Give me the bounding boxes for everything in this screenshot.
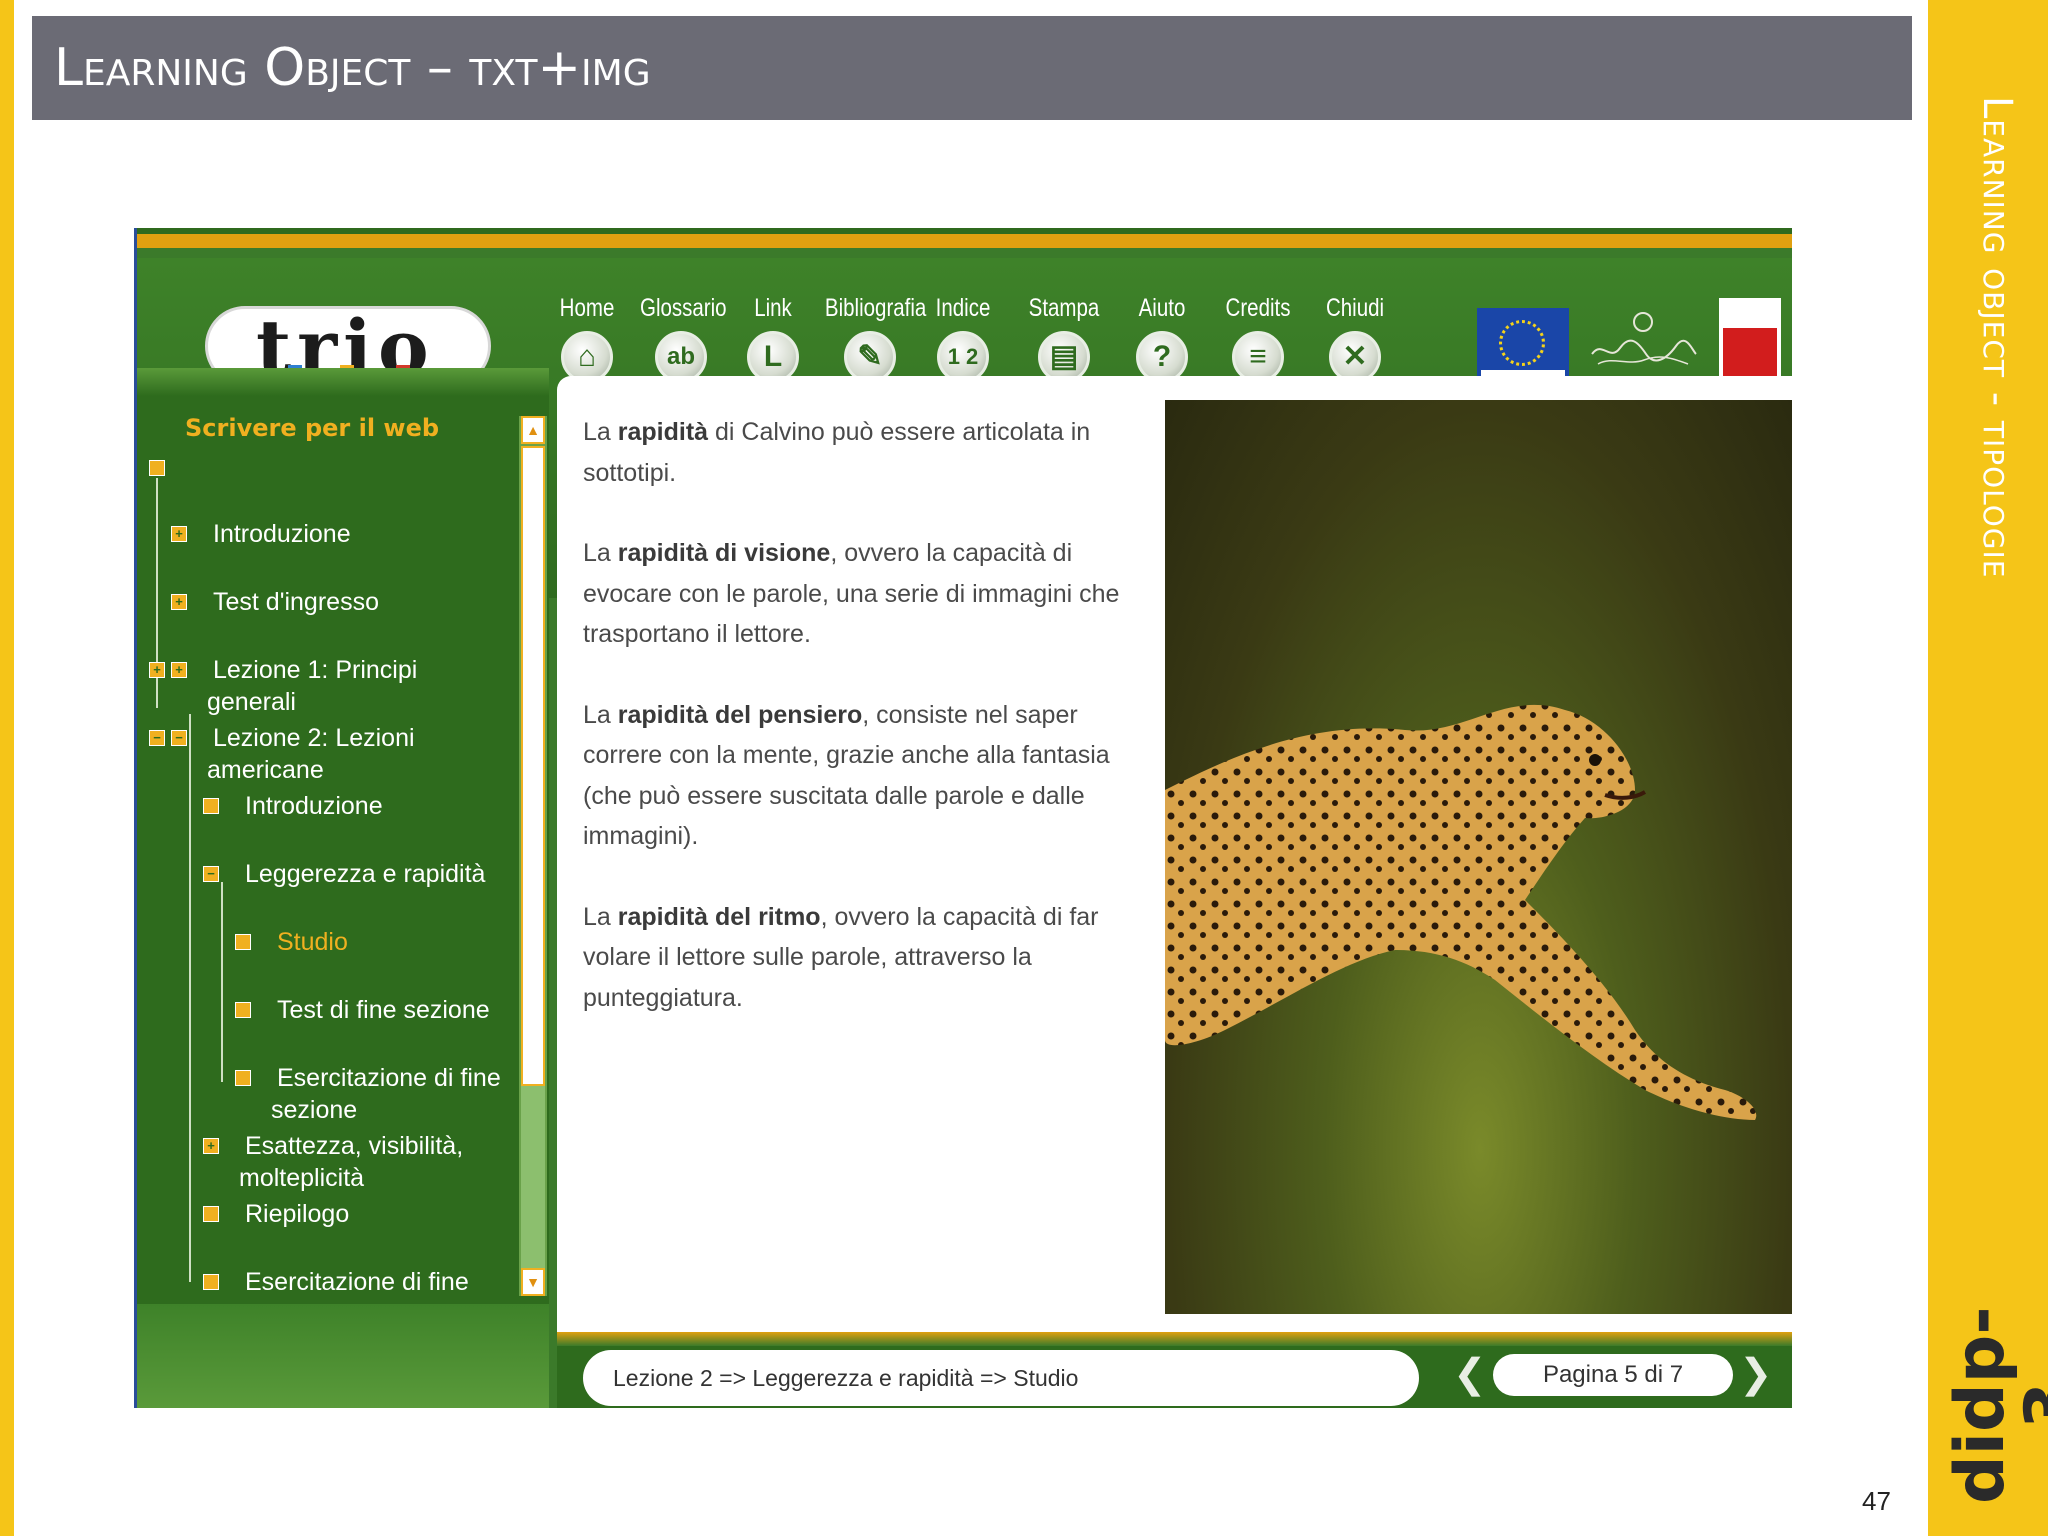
nav-home[interactable]: Home ⌂ bbox=[551, 294, 623, 383]
brand-logo: didp-3 bbox=[1941, 1306, 2048, 1504]
paragraph-rapidita: La rapidità di Calvino può essere artico… bbox=[583, 418, 1091, 487]
lesson-text: La rapidità di Calvino può essere artico… bbox=[583, 412, 1163, 1058]
ministry-emblem-icon bbox=[1633, 312, 1653, 332]
nav-aiuto-label: Aiuto bbox=[1138, 294, 1186, 322]
expand-icon[interactable]: + bbox=[171, 526, 187, 542]
nav-link-label: Link bbox=[754, 294, 792, 322]
nav-credits-label: Credits bbox=[1225, 294, 1291, 322]
nav-aiuto[interactable]: Aiuto ? bbox=[1127, 294, 1197, 383]
tree-item-label: Introduzione bbox=[245, 792, 383, 820]
scroll-down-icon[interactable]: ▼ bbox=[521, 1268, 545, 1296]
expand-icon[interactable]: + bbox=[171, 662, 187, 678]
bullet-icon bbox=[203, 1274, 219, 1290]
nav-glossario-label: Glossario bbox=[640, 294, 727, 322]
paragraph-visione: La rapidità di visione, ovvero la capaci… bbox=[583, 539, 1120, 648]
bullet-icon bbox=[203, 798, 219, 814]
slide-left-accent bbox=[0, 0, 14, 1536]
expand-icon[interactable]: + bbox=[149, 662, 165, 678]
tree-line-leggerezza bbox=[221, 882, 223, 1082]
tree-item-label: Test di fine sezione bbox=[277, 996, 490, 1024]
nav-bibliografia-label: Bibliografia bbox=[824, 294, 927, 322]
scroll-thumb[interactable] bbox=[521, 446, 545, 1086]
ministry-script-mark bbox=[1591, 339, 1697, 365]
tree-item-label: Esattezza, visibilità, molteplicità bbox=[239, 1132, 464, 1192]
bullet-icon bbox=[235, 1002, 251, 1018]
paragraph-ritmo: La rapidità del ritmo, ovvero la capacit… bbox=[583, 902, 1099, 1012]
course-title: Scrivere per il web bbox=[185, 414, 440, 442]
tree-item-label: Introduzione bbox=[213, 520, 351, 548]
sidebar-scrollbar[interactable]: ▲ ▼ bbox=[519, 416, 547, 1296]
tree-line-lezione2 bbox=[189, 714, 191, 1282]
app-topbar bbox=[137, 228, 1792, 258]
tree-item-label: Riepilogo bbox=[245, 1200, 350, 1228]
expand-icon[interactable]: + bbox=[203, 1138, 219, 1154]
page-number: 47 bbox=[1862, 1486, 1891, 1516]
nav-link[interactable]: Link L bbox=[741, 294, 805, 383]
tree-item-label: Esercitazione di fine sezione bbox=[271, 1064, 501, 1124]
cheetah-photo bbox=[1165, 400, 1792, 1314]
sidebar: Scrivere per il web + Introduzione + Tes… bbox=[137, 368, 549, 1408]
bottom-bar: Lezione 2 => Leggerezza e rapidità => St… bbox=[557, 1332, 1792, 1408]
tree-item-label: Studio bbox=[277, 928, 348, 956]
eu-flag-logo bbox=[1477, 308, 1569, 384]
eu-stars-ring bbox=[1499, 320, 1545, 366]
nav-chiudi[interactable]: Chiudi ✕ bbox=[1315, 294, 1395, 383]
sidebar-head bbox=[137, 368, 549, 396]
paragraph-pensiero: La rapidità del pensiero, consiste nel s… bbox=[583, 700, 1110, 851]
slide-title: Learning Object – txt+img bbox=[54, 38, 651, 98]
collapse-icon[interactable]: − bbox=[203, 866, 219, 882]
nav-stampa[interactable]: Stampa ▤ bbox=[1019, 294, 1109, 383]
ministry-logo bbox=[1583, 312, 1703, 378]
expand-icon[interactable]: + bbox=[171, 594, 187, 610]
nav-stampa-label: Stampa bbox=[1028, 294, 1100, 322]
tree-root-node[interactable] bbox=[149, 460, 165, 476]
side-title: Learning object - tipologie bbox=[1974, 96, 2020, 579]
nav-home-label: Home bbox=[559, 294, 615, 322]
collapse-icon[interactable]: − bbox=[171, 730, 187, 746]
bottom-bar-accent bbox=[557, 1332, 1792, 1346]
nav-credits[interactable]: Credits ≡ bbox=[1213, 294, 1303, 383]
tree-item-label: Esercitazione di fine lezione bbox=[239, 1268, 469, 1302]
nav-indice-label: Indice bbox=[935, 294, 991, 322]
tree-item-label: Test d'ingresso bbox=[213, 588, 379, 616]
tree-item-label: Leggerezza e rapidità bbox=[245, 860, 486, 888]
bullet-icon bbox=[235, 934, 251, 950]
next-page-icon[interactable]: ❯ bbox=[1739, 1354, 1779, 1396]
title-bar: Learning Object – txt+img bbox=[32, 16, 1912, 120]
tree-item-label: Lezione 2: Lezioni americane bbox=[207, 724, 415, 784]
nav-indice[interactable]: Indice 1 2 bbox=[925, 294, 1001, 383]
sidebar-footer bbox=[137, 1304, 549, 1408]
nav-chiudi-label: Chiudi bbox=[1325, 294, 1385, 322]
collapse-icon[interactable]: − bbox=[149, 730, 165, 746]
breadcrumb: Lezione 2 => Leggerezza e rapidità => St… bbox=[583, 1350, 1419, 1406]
tree-item-label: Lezione 1: Principi generali bbox=[207, 656, 418, 716]
bullet-icon bbox=[203, 1206, 219, 1222]
content-panel: La rapidità di Calvino può essere artico… bbox=[557, 376, 1792, 1332]
prev-page-icon[interactable]: ❮ bbox=[1453, 1354, 1493, 1396]
bullet-icon bbox=[235, 1070, 251, 1086]
scroll-up-icon[interactable]: ▲ bbox=[521, 416, 545, 444]
cheetah-illustration bbox=[1165, 704, 1757, 1120]
nav-bibliografia[interactable]: Bibliografia ✎ bbox=[815, 294, 927, 383]
app-window: trio Home ⌂ Glossario ab Link L Bibliogr… bbox=[134, 228, 1792, 1408]
page-indicator: Pagina 5 di 7 bbox=[1493, 1354, 1733, 1396]
nav-glossario[interactable]: Glossario ab bbox=[631, 294, 731, 383]
